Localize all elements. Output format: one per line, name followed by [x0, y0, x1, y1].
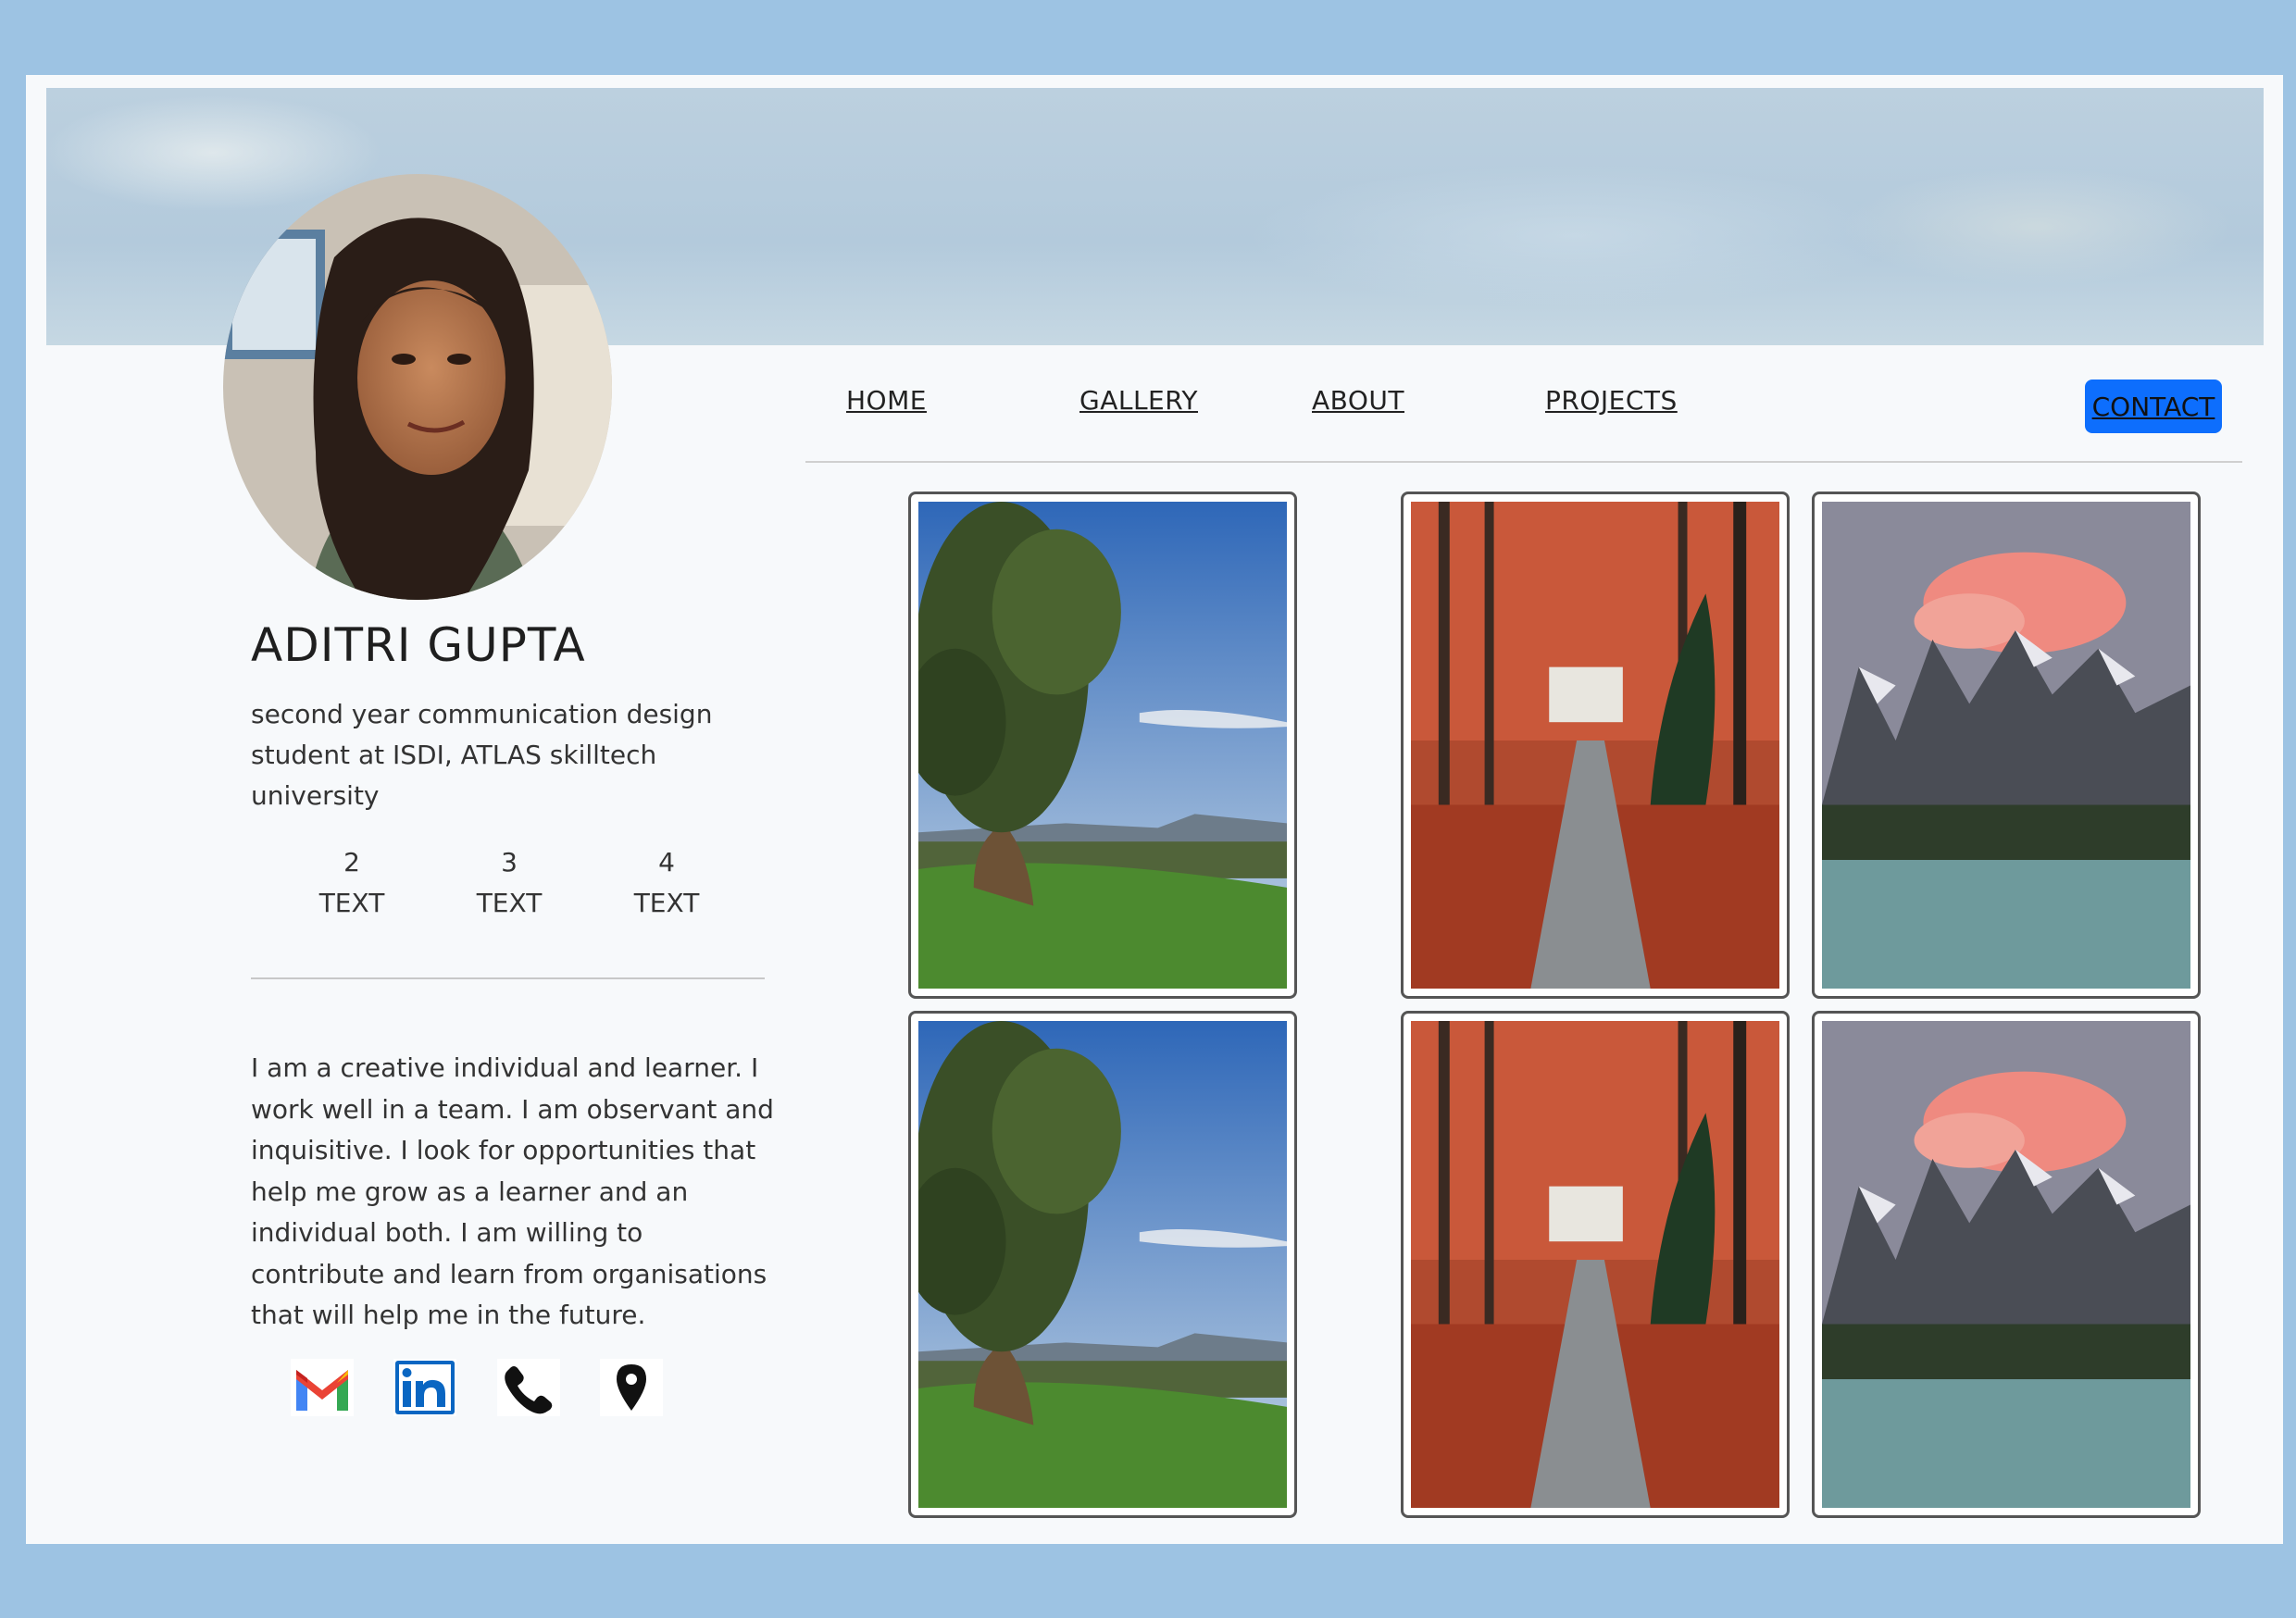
gallery-image-mountain[interactable]	[1812, 492, 2201, 999]
profile-divider	[251, 977, 765, 979]
stat-value: 4	[658, 847, 675, 877]
stat-item: 4 TEXT	[593, 842, 741, 924]
stats-row: 2 TEXT 3 TEXT 4 TEXT	[278, 842, 722, 926]
gallery-image-autumn-path[interactable]	[1401, 1011, 1790, 1518]
nav-about-link[interactable]: ABOUT	[1312, 385, 1404, 416]
gallery-image-tree[interactable]	[908, 492, 1297, 999]
stat-label: TEXT	[318, 888, 385, 918]
phone-icon[interactable]	[497, 1359, 560, 1416]
profile-subtitle: second year communication design student…	[251, 699, 713, 811]
stat-value: 3	[501, 847, 518, 877]
stat-item: 3 TEXT	[435, 842, 583, 924]
nav-gallery-link[interactable]: GALLERY	[1079, 385, 1198, 416]
profile-bio: I am a creative individual and learner. …	[251, 1052, 774, 1330]
linkedin-icon[interactable]	[393, 1359, 456, 1416]
stat-label: TEXT	[633, 888, 700, 918]
stat-item: 2 TEXT	[278, 842, 426, 924]
location-pin-icon[interactable]	[600, 1359, 663, 1416]
gallery-image-autumn-path[interactable]	[1401, 492, 1790, 999]
profile-name: ADITRI GUPTA	[251, 618, 586, 672]
nav-home-link[interactable]: HOME	[846, 385, 927, 416]
contact-button[interactable]: CONTACT	[2085, 380, 2222, 433]
nav-divider	[805, 461, 2242, 463]
gallery-image-mountain[interactable]	[1812, 1011, 2201, 1518]
stat-label: TEXT	[476, 888, 543, 918]
profile-photo	[223, 174, 612, 600]
gmail-icon[interactable]	[291, 1359, 354, 1416]
nav-projects-link[interactable]: PROJECTS	[1545, 385, 1678, 416]
stat-value: 2	[343, 847, 360, 877]
gallery-image-tree[interactable]	[908, 1011, 1297, 1518]
